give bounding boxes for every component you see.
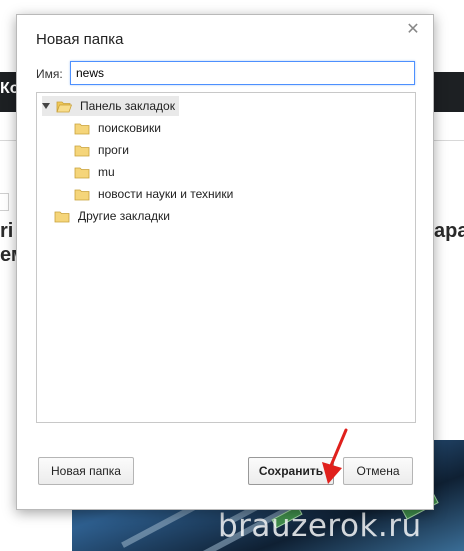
tree-item-label: проги: [98, 143, 129, 157]
folder-open-icon: [56, 101, 72, 112]
tree-item-folder[interactable]: mu: [74, 162, 115, 182]
tree-item-folder[interactable]: поисковики: [74, 118, 161, 138]
folder-icon: [74, 189, 90, 200]
cancel-button[interactable]: Отмена: [343, 457, 413, 485]
folder-icon: [74, 167, 90, 178]
folder-name-input[interactable]: [70, 61, 415, 85]
annotation-arrow-icon: [322, 428, 348, 484]
tree-item-folder[interactable]: проги: [74, 140, 129, 160]
expand-arrow-icon[interactable]: [42, 103, 50, 109]
name-label: Имя:: [36, 67, 63, 81]
background-text-right: ара: [434, 220, 464, 242]
tree-item-label: mu: [98, 165, 115, 179]
background-box: [0, 193, 9, 211]
tree-item-label: поисковики: [98, 121, 161, 135]
tree-item-label: новости науки и техники: [98, 187, 234, 201]
bookmark-folder-tree: Панель закладок поисковики проги mu ново…: [36, 92, 416, 423]
tree-item-folder[interactable]: новости науки и техники: [74, 184, 233, 204]
folder-icon: [54, 211, 70, 222]
new-folder-dialog: Новая папка ✕ Имя: Панель закладок поиск…: [16, 14, 434, 510]
tree-item-other-bookmarks[interactable]: Другие закладки: [54, 206, 170, 226]
close-icon[interactable]: ✕: [405, 22, 421, 38]
new-folder-button[interactable]: Новая папка: [38, 457, 134, 485]
dialog-title: Новая папка: [36, 31, 124, 48]
watermark: brauzerok.ru: [218, 508, 422, 544]
tree-item-bookmarks-bar[interactable]: Панель закладок: [42, 96, 179, 116]
tree-item-label: Панель закладок: [80, 99, 175, 113]
folder-icon: [74, 123, 90, 134]
folder-icon: [74, 145, 90, 156]
tree-item-label: Другие закладки: [78, 209, 170, 223]
